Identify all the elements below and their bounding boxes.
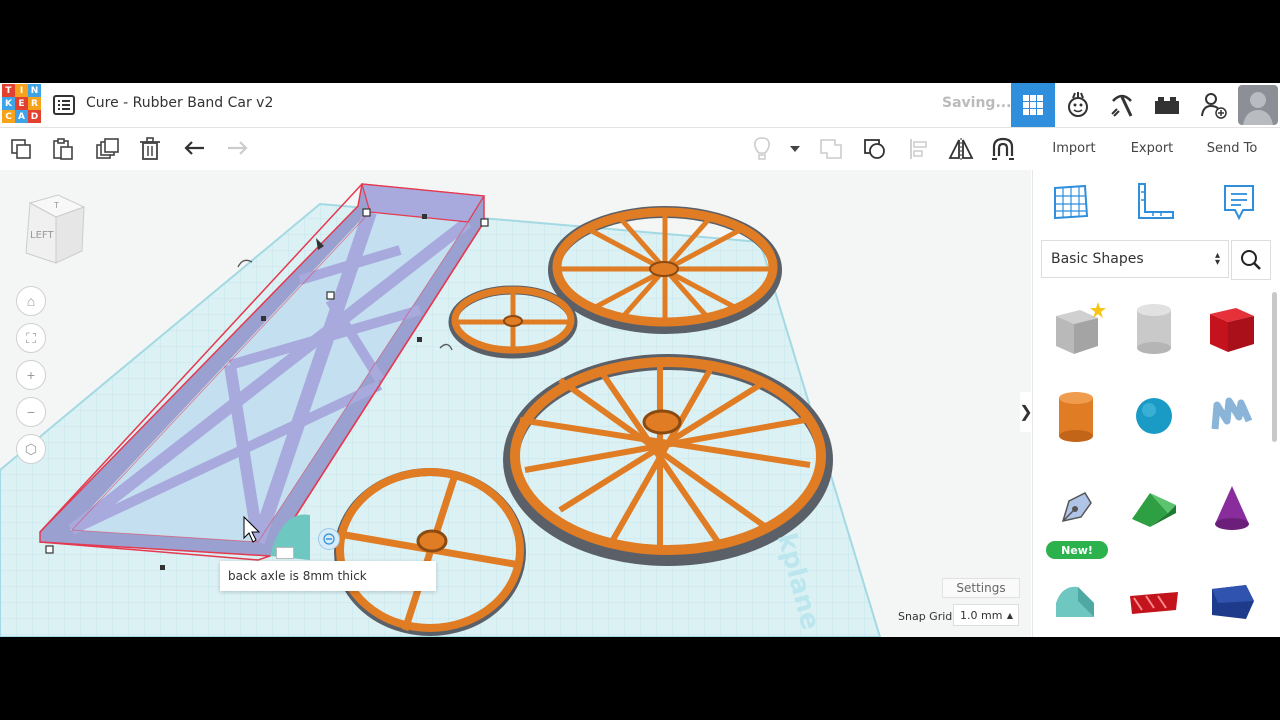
logo-letter: C (2, 110, 15, 123)
ungroup-icon[interactable] (858, 132, 892, 166)
shape-category-select[interactable]: Basic Shapes ▴ ▾ (1041, 240, 1229, 278)
svg-text:T: T (53, 201, 59, 210)
import-button[interactable]: Import (1043, 134, 1105, 162)
search-icon (1241, 250, 1261, 270)
collapse-panel-chevron-icon[interactable]: ❯ (1019, 392, 1031, 432)
shape-roof-green[interactable] (1119, 468, 1189, 548)
home-icon: ⌂ (26, 293, 36, 309)
shape-box-red[interactable] (1197, 288, 1267, 368)
minus-circle-icon (323, 533, 335, 545)
zoom-in-button[interactable]: + (16, 360, 46, 390)
3d-design-grid-icon[interactable] (1011, 83, 1055, 127)
caret-icon: ▲ (1006, 610, 1013, 620)
plus-icon: + (26, 367, 36, 383)
avatar[interactable] (1236, 83, 1280, 127)
paste-icon[interactable] (46, 132, 80, 166)
top-bar: T I N K E R C A D Cure - Rubber Band Car… (0, 83, 1280, 128)
add-user-icon[interactable] (1192, 83, 1236, 127)
minus-icon: − (26, 404, 36, 420)
design-list-icon[interactable] (42, 83, 86, 127)
shape-round-roof-teal[interactable] (1041, 562, 1111, 637)
shape-polygon-navy[interactable] (1197, 562, 1267, 637)
snap-grid-select[interactable]: 1.0 mm ▲ (953, 604, 1019, 626)
fit-view-icon: ⛶ (26, 329, 36, 346)
pickaxe-icon[interactable] (1100, 83, 1144, 127)
wheel-top-right[interactable] (548, 206, 782, 334)
logo-letter: E (15, 97, 28, 110)
redo-icon (220, 132, 254, 166)
shapes-panel: Basic Shapes ▴ ▾ New! (1032, 170, 1280, 637)
snap-grid-label: Snap Grid (898, 610, 953, 623)
duplicate-icon[interactable] (91, 132, 125, 166)
shape-cone-purple[interactable] (1197, 468, 1267, 548)
logo-letter: A (15, 110, 28, 123)
notes-icon[interactable] (1219, 182, 1259, 222)
logo-letter: D (28, 110, 41, 123)
export-button[interactable]: Export (1121, 134, 1183, 162)
mirror-icon[interactable] (944, 132, 978, 166)
shape-scribble-blue[interactable] (1197, 376, 1267, 456)
view-cube-face-label: LEFT (30, 230, 54, 241)
logo-letter: K (2, 97, 15, 110)
snap-grid-value: 1.0 mm (960, 608, 1003, 622)
home-view-button[interactable]: ⌂ (16, 286, 46, 316)
sim-lab-icon[interactable] (1056, 83, 1100, 127)
chevron-down-icon[interactable] (780, 132, 810, 166)
tinkercad-app: T I N K E R C A D Cure - Rubber Band Car… (0, 83, 1280, 637)
shape-cylinder-orange[interactable] (1041, 376, 1111, 456)
settings-button[interactable]: Settings (942, 578, 1020, 598)
search-button[interactable] (1231, 240, 1271, 280)
note-text: back axle is 8mm thick (228, 569, 367, 583)
tinkercad-logo[interactable]: T I N K E R C A D (2, 84, 41, 123)
cube-icon: ⬡ (24, 440, 38, 457)
3d-viewport[interactable]: kplane T LEFT ⌂ ⛶ + − ⬡ back axle is 8mm… (0, 170, 1031, 637)
updown-caret-icon: ▴ ▾ (1214, 250, 1220, 268)
shape-sphere-blue[interactable] (1119, 376, 1189, 456)
panel-scrollbar[interactable] (1272, 292, 1277, 442)
bricks-icon[interactable] (1145, 83, 1189, 127)
logo-letter: N (28, 84, 41, 97)
align-icon (902, 132, 936, 166)
group-icon (814, 132, 848, 166)
cruise-magnet-icon[interactable] (986, 132, 1020, 166)
undo-icon[interactable] (178, 132, 212, 166)
edit-toolbar: Import Export Send To (0, 128, 1280, 170)
ruler-icon[interactable] (1135, 182, 1175, 222)
save-status: Saving... (942, 95, 1012, 111)
shape-cylinder-grey[interactable] (1119, 288, 1189, 368)
view-cube[interactable]: T LEFT (22, 193, 86, 264)
send-to-button[interactable]: Send To (1199, 134, 1265, 162)
logo-letter: R (28, 97, 41, 110)
shape-text-red[interactable] (1119, 562, 1189, 637)
delete-icon[interactable] (133, 132, 167, 166)
new-badge: New! (1046, 541, 1108, 559)
perspective-button[interactable]: ⬡ (16, 434, 46, 464)
note-tooltip[interactable]: back axle is 8mm thick (220, 561, 436, 591)
workplane-icon[interactable] (1051, 182, 1091, 222)
shape-box-grey[interactable] (1041, 288, 1111, 368)
note-handle[interactable] (276, 547, 294, 559)
collapse-note-button[interactable] (318, 528, 340, 550)
copy-icon[interactable] (4, 132, 38, 166)
lightbulb-icon[interactable] (745, 132, 779, 166)
zoom-out-button[interactable]: − (16, 397, 46, 427)
wheel-small[interactable] (448, 285, 578, 359)
design-title[interactable]: Cure - Rubber Band Car v2 (86, 95, 273, 111)
logo-letter: I (15, 84, 28, 97)
shape-category-value: Basic Shapes (1051, 251, 1144, 267)
shape-pen-tool[interactable] (1041, 468, 1111, 548)
fit-view-button[interactable]: ⛶ (16, 323, 46, 353)
logo-letter: T (2, 84, 15, 97)
